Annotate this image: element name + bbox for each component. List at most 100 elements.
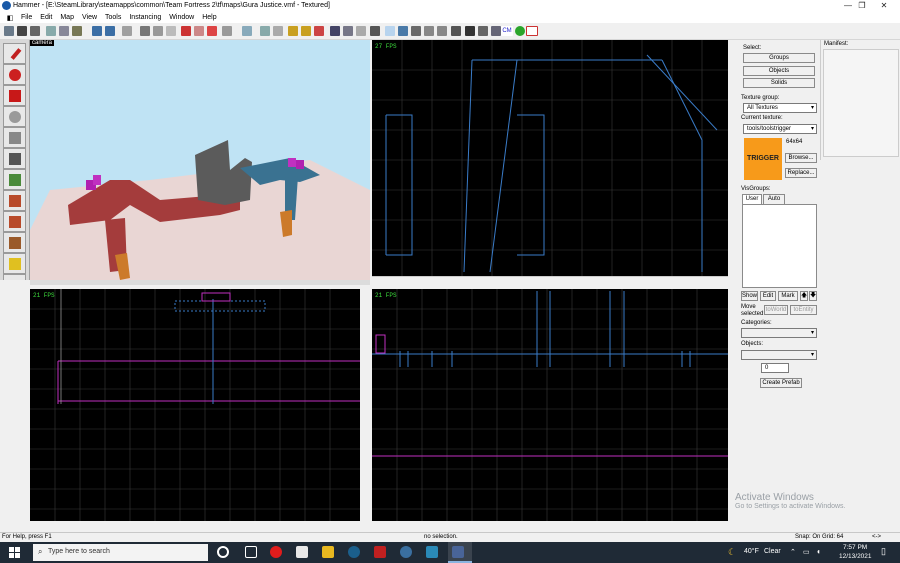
toggle-2d-icon[interactable] xyxy=(385,26,395,36)
ungroup-icon[interactable] xyxy=(153,26,163,36)
to-world-button[interactable]: toWorld xyxy=(764,305,788,315)
cordon-edit-icon[interactable] xyxy=(301,26,311,36)
side-view-vscroll[interactable] xyxy=(728,289,737,521)
selection-tool[interactable] xyxy=(3,43,26,64)
wireframe-icon[interactable] xyxy=(411,26,421,36)
replace-button[interactable]: Replace... xyxy=(785,168,817,178)
task-switch-icon[interactable] xyxy=(245,546,257,558)
opera-icon[interactable] xyxy=(270,546,282,558)
file-explorer-icon[interactable] xyxy=(322,546,334,558)
entity-tool[interactable] xyxy=(3,106,26,127)
notifications-icon[interactable]: ▯ xyxy=(881,546,886,557)
restore-button[interactable]: ❐ xyxy=(852,0,872,12)
top-view-vscroll[interactable] xyxy=(728,40,737,276)
select-solids-button[interactable]: Solids xyxy=(743,78,815,88)
current-texture-select[interactable]: tools/toolstrigger ▾ xyxy=(743,124,817,134)
view-3d-grid-icon[interactable] xyxy=(46,26,56,36)
camera-viewport[interactable]: camera xyxy=(30,40,370,285)
entity-report-icon[interactable] xyxy=(465,26,475,36)
volume-icon[interactable]: ◖ xyxy=(816,547,821,556)
camera-scrollbar[interactable] xyxy=(30,280,370,285)
menu-view[interactable]: View xyxy=(78,14,101,21)
front-view-hscroll[interactable] xyxy=(30,521,360,531)
menu-map[interactable]: Map xyxy=(56,14,78,21)
clock-time[interactable]: 7:57 PM xyxy=(843,544,867,551)
ignore-groups-icon[interactable] xyxy=(370,26,380,36)
path-tool[interactable] xyxy=(3,274,26,280)
visgroup-show-button[interactable]: Show xyxy=(741,291,758,301)
menu-instancing[interactable]: Instancing xyxy=(125,14,165,21)
menu-window[interactable]: Window xyxy=(165,14,198,21)
grid-smaller-icon[interactable] xyxy=(17,26,27,36)
compile-icon[interactable] xyxy=(491,26,501,36)
undo-icon[interactable] xyxy=(92,26,102,36)
close-button[interactable]: ✕ xyxy=(874,0,894,12)
carve-icon[interactable] xyxy=(122,26,132,36)
toggle-texlock-icon[interactable] xyxy=(222,26,232,36)
texture-preview[interactable]: TRIGGER xyxy=(744,138,782,180)
weather-text[interactable]: Clear xyxy=(764,548,781,555)
categories-select[interactable]: ▾ xyxy=(741,328,817,338)
cubemap-icon[interactable]: CM xyxy=(501,26,513,36)
models-2d-icon[interactable] xyxy=(356,26,366,36)
texture-tool[interactable] xyxy=(3,148,26,169)
grid-larger-icon[interactable] xyxy=(30,26,40,36)
group-icon[interactable] xyxy=(140,26,150,36)
select-objects-button[interactable]: Objects xyxy=(743,66,815,76)
radius-culling-icon[interactable] xyxy=(314,26,324,36)
view-dots-icon[interactable] xyxy=(59,26,69,36)
check-problems-icon[interactable] xyxy=(478,26,488,36)
menu-edit[interactable]: Edit xyxy=(36,14,56,21)
hide-icon[interactable] xyxy=(166,26,176,36)
helpers-icon[interactable] xyxy=(343,26,353,36)
select-groups-button[interactable]: Groups xyxy=(743,53,815,63)
camera-tool[interactable] xyxy=(3,85,26,106)
network-icon[interactable]: ▭ xyxy=(803,548,810,556)
visgroup-edit-button[interactable]: Edit xyxy=(760,291,776,301)
create-prefab-button[interactable]: Create Prefab xyxy=(760,378,802,388)
move-to-world-icon[interactable] xyxy=(194,26,204,36)
visgroup-down-button[interactable]: 🡇 xyxy=(809,291,817,301)
side-view-hscroll[interactable] xyxy=(372,521,728,531)
lighting-icon[interactable] xyxy=(451,26,461,36)
flat-icon[interactable] xyxy=(424,26,434,36)
view-texture-icon[interactable] xyxy=(72,26,82,36)
taskbar-search-box[interactable]: ⌕ Type here to search xyxy=(33,544,208,561)
objects-select[interactable]: ▾ xyxy=(741,350,817,360)
paste-icon[interactable] xyxy=(273,26,283,36)
side-view-viewport[interactable]: 21 FPS xyxy=(372,289,728,521)
manifest-list[interactable] xyxy=(823,49,899,157)
steam-icon[interactable] xyxy=(348,546,360,558)
toggle-3d-icon[interactable] xyxy=(398,26,408,36)
cordon-icon[interactable] xyxy=(288,26,298,36)
select-frame-icon[interactable] xyxy=(330,26,340,36)
textured-icon[interactable] xyxy=(437,26,447,36)
windows-start-icon[interactable] xyxy=(9,547,21,559)
task-view-icon[interactable] xyxy=(217,546,229,558)
top-view-viewport[interactable]: 27 FPS xyxy=(372,40,728,276)
block-tool[interactable] xyxy=(3,127,26,148)
steam-icon-2[interactable] xyxy=(400,546,412,558)
tray-chevron-icon[interactable]: ⌃ xyxy=(790,548,796,556)
front-view-viewport[interactable]: 21 FPS xyxy=(30,289,360,521)
grid-icon[interactable] xyxy=(4,26,14,36)
prefab-count-input[interactable]: 0 xyxy=(761,363,789,373)
vertex-tool[interactable] xyxy=(3,253,26,274)
tab-auto[interactable]: Auto xyxy=(763,194,785,204)
decal-tool[interactable] xyxy=(3,190,26,211)
menu-help[interactable]: Help xyxy=(198,14,220,21)
visgroups-list[interactable] xyxy=(742,204,817,288)
browse-button[interactable]: Browse... xyxy=(785,153,817,163)
snap-icon[interactable] xyxy=(207,26,217,36)
top-view-hscroll[interactable] xyxy=(372,276,728,285)
copy-icon[interactable] xyxy=(260,26,270,36)
weather-temp[interactable]: 40°F xyxy=(744,548,759,555)
menu-file[interactable]: File xyxy=(17,14,36,21)
tab-user[interactable]: User xyxy=(742,194,762,204)
clip-tool[interactable] xyxy=(3,232,26,253)
no-draw-icon[interactable] xyxy=(526,26,538,36)
to-entity-button[interactable]: toEntity xyxy=(790,305,817,315)
document-icon[interactable]: ◧ xyxy=(3,14,17,22)
run-map-icon[interactable] xyxy=(515,26,525,36)
cut-icon[interactable] xyxy=(242,26,252,36)
